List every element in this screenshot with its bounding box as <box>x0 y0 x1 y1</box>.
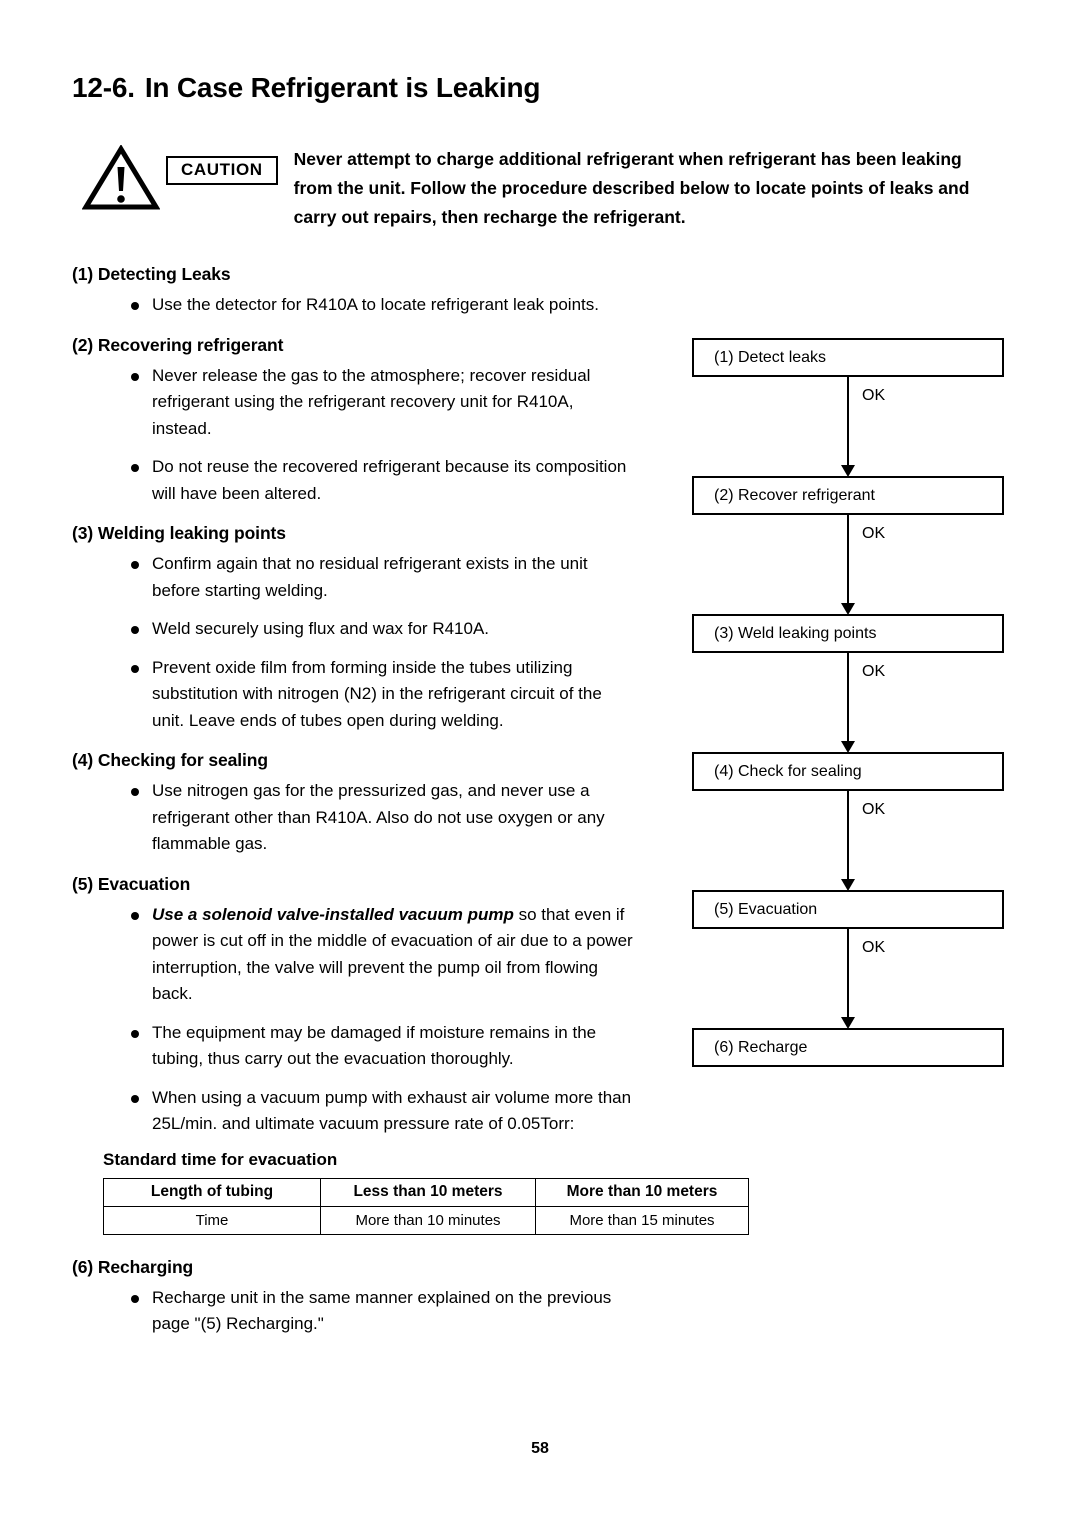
page-number: 58 <box>531 1440 549 1457</box>
section-heading-evacuation: (5) Evacuation <box>72 873 191 894</box>
section-bullets-detecting-leaks: Use the detector for R410A to locate ref… <box>72 292 637 319</box>
connector-label: OK <box>862 663 886 680</box>
list-item: Use a solenoid valve-installed vacuum pu… <box>72 902 637 1008</box>
caution-text: Never attempt to charge additional refri… <box>293 149 970 227</box>
connector-line <box>847 515 849 606</box>
section-heading-detecting-leaks: (1) Detecting Leaks <box>72 264 231 284</box>
flowchart-connector: OK <box>692 791 1004 891</box>
flowchart-step-evacuation: (5) Evacuation <box>692 890 1004 929</box>
flowchart-step-detect-leaks: (1) Detect leaks <box>692 338 1004 377</box>
flowchart-step-recover-refrigerant: (2) Recover refrigerant <box>692 476 1004 515</box>
connector-label: OK <box>862 525 886 542</box>
flowchart-connector: OK <box>692 377 1004 477</box>
body-content: (1) Detecting Leaks Use the detector for… <box>72 262 749 1350</box>
table-row: Time More than 10 minutes More than 15 m… <box>103 1205 749 1235</box>
table-header-cell: Less than 10 meters <box>320 1177 536 1207</box>
section-heading-recovering-refrigerant: (2) Recovering refrigerant <box>72 334 284 355</box>
evacuation-table-caption: Standard time for evacuation <box>103 1149 338 1169</box>
section-bullets-evacuation: Use a solenoid valve-installed vacuum pu… <box>72 902 637 1138</box>
list-item: Recharge unit in the same manner explain… <box>72 1285 637 1338</box>
list-item: When using a vacuum pump with exhaust ai… <box>72 1085 637 1138</box>
section-bullets-checking-for-sealing: Use nitrogen gas for the pressurized gas… <box>72 778 637 858</box>
process-flowchart: (1) Detect leaks OK (2) Recover refriger… <box>692 338 1004 1067</box>
flowchart-step-check-for-sealing: (4) Check for sealing <box>692 752 1004 791</box>
section-heading-welding-leaking-points: (3) Welding leaking points <box>72 523 286 543</box>
table-header-row: Length of tubing Less than 10 meters Mor… <box>103 1177 749 1207</box>
section-bullets-recharging: Recharge unit in the same manner explain… <box>72 1285 637 1338</box>
table-cell: More than 15 minutes <box>535 1205 749 1235</box>
connector-line <box>847 791 849 882</box>
connector-line <box>847 377 849 468</box>
table-cell: More than 10 minutes <box>320 1205 536 1235</box>
flowchart-connector: OK <box>692 515 1004 615</box>
list-item: Never release the gas to the atmosphere;… <box>72 363 637 443</box>
arrow-head-icon <box>841 603 855 615</box>
arrow-head-icon <box>841 879 855 891</box>
arrow-head-icon <box>841 1017 855 1029</box>
list-item: Weld securely using flux and wax for R41… <box>72 616 637 643</box>
caution-badge: CAUTION <box>166 156 278 185</box>
list-item: Use the detector for R410A to locate ref… <box>72 292 637 319</box>
flowchart-step-weld-leaking-points: (3) Weld leaking points <box>692 614 1004 653</box>
table-header-cell: More than 10 meters <box>535 1177 749 1207</box>
page-title: 12-6. In Case Refrigerant is Leaking <box>72 72 540 104</box>
caution-block: CAUTION Never attempt to charge addition… <box>82 143 1002 232</box>
section-bullets-recovering-refrigerant: Never release the gas to the atmosphere;… <box>72 363 637 508</box>
connector-label: OK <box>862 387 886 404</box>
section-heading-checking-for-sealing: (4) Checking for sealing <box>72 750 268 770</box>
connector-label: OK <box>862 939 886 956</box>
list-item: Use nitrogen gas for the pressurized gas… <box>72 778 637 858</box>
page-title-number: 12-6. <box>72 72 135 103</box>
connector-line <box>847 929 849 1020</box>
arrow-head-icon <box>841 741 855 753</box>
flowchart-connector: OK <box>692 929 1004 1029</box>
table-cell: Time <box>103 1205 321 1235</box>
section-bullets-welding-leaking-points: Confirm again that no residual refrigera… <box>72 551 637 734</box>
list-item: Confirm again that no residual refrigera… <box>72 551 637 604</box>
evacuation-table: Length of tubing Less than 10 meters Mor… <box>103 1177 749 1235</box>
warning-triangle-icon <box>82 145 160 210</box>
section-heading-recharging: (6) Recharging <box>72 1256 194 1277</box>
table-header-cell: Length of tubing <box>103 1177 321 1207</box>
connector-line <box>847 653 849 744</box>
flowchart-step-recharge: (6) Recharge <box>692 1028 1004 1067</box>
list-item: Do not reuse the recovered refrigerant b… <box>72 454 637 507</box>
flowchart-connector: OK <box>692 653 1004 753</box>
list-item: The equipment may be damaged if moisture… <box>72 1020 637 1073</box>
connector-label: OK <box>862 801 886 818</box>
list-item: Prevent oxide film from forming inside t… <box>72 655 637 735</box>
list-item-emphasis: Use a solenoid valve-installed vacuum pu… <box>152 904 514 924</box>
page-title-text: In Case Refrigerant is Leaking <box>144 72 541 103</box>
arrow-head-icon <box>841 465 855 477</box>
